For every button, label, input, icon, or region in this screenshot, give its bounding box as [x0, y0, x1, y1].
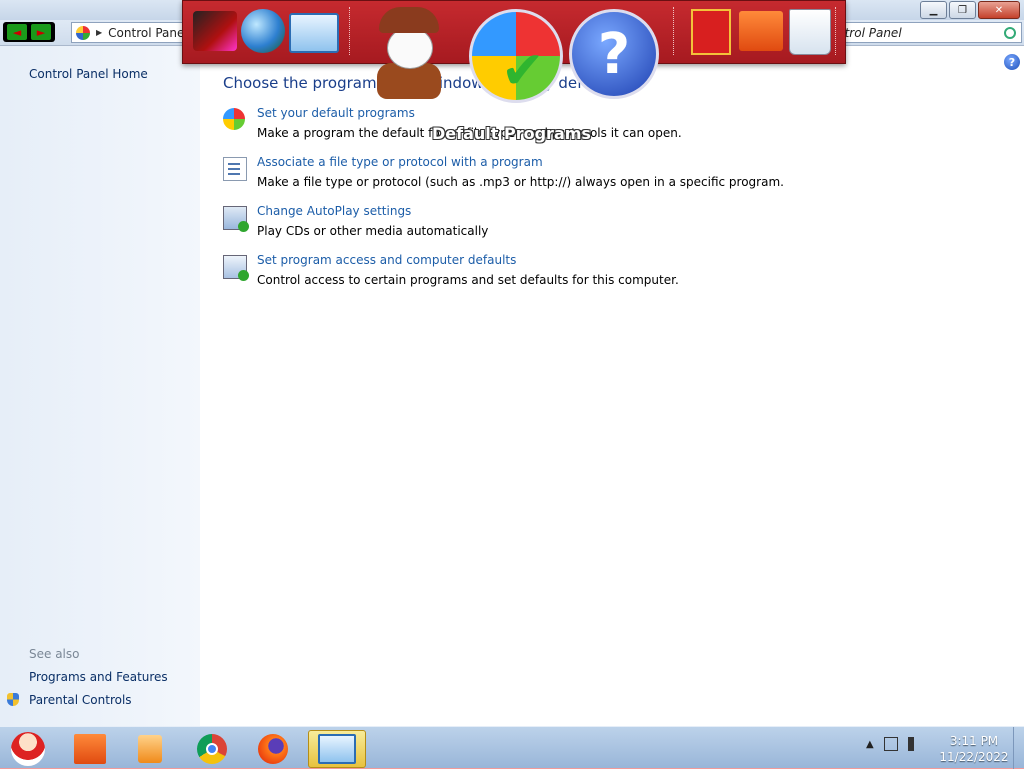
- dock-separator: [835, 7, 836, 55]
- control-panel-icon: [76, 25, 90, 40]
- sidebar: Control Panel Home See also Programs and…: [0, 46, 200, 726]
- snowman-head: [387, 27, 433, 69]
- dock: ✔ ?: [182, 0, 846, 103]
- clock-date: 11/22/2022: [939, 750, 1009, 764]
- taskbar-firefox[interactable]: [247, 730, 299, 768]
- firefox-icon: [258, 734, 288, 764]
- dock-separator: [673, 7, 674, 55]
- system-tray: ▲: [866, 737, 922, 751]
- forward-button[interactable]: ►: [31, 24, 51, 40]
- taskbar: ▲ 3:11 PM 11/22/2022: [0, 726, 1024, 769]
- explorer-folder-icon: [74, 734, 106, 764]
- control-panel-icon[interactable]: [289, 13, 339, 53]
- chrome-icon: [197, 734, 227, 764]
- media-player-icon: [138, 735, 162, 763]
- main-content: ? Choose the programs that Windows uses …: [200, 46, 1024, 726]
- associate-file-type-description: Make a file type or protocol (such as .m…: [257, 175, 784, 189]
- show-desktop-button[interactable]: [1013, 727, 1024, 769]
- folder-icon[interactable]: [739, 11, 783, 51]
- program-access-description: Control access to certain programs and s…: [257, 273, 679, 287]
- shield-icon: [7, 693, 19, 706]
- nav-arrows: ◄ ►: [3, 22, 55, 42]
- show-hidden-icons-button[interactable]: ▲: [866, 739, 874, 750]
- taskbar-chrome[interactable]: [186, 730, 238, 768]
- taskbar-media-player[interactable]: [124, 730, 176, 768]
- network-icon[interactable]: [883, 737, 898, 751]
- program-access-icon[interactable]: [223, 255, 249, 281]
- clock-time: 3:11 PM: [949, 734, 999, 748]
- sidebar-item-parental-controls[interactable]: Parental Controls: [29, 693, 132, 707]
- pictures-icon[interactable]: [193, 11, 237, 51]
- santa-icon: [11, 732, 45, 766]
- program-access-link[interactable]: Set program access and computer defaults: [257, 253, 516, 267]
- system-clock[interactable]: 3:11 PM 11/22/2022: [932, 733, 1016, 765]
- change-autoplay-description: Play CDs or other media automatically: [257, 224, 489, 238]
- close-button[interactable]: ✕: [978, 1, 1020, 19]
- change-autoplay-link[interactable]: Change AutoPlay settings: [257, 204, 411, 218]
- snowman-hat: [379, 7, 439, 33]
- checkmark-icon: ✔: [501, 41, 545, 101]
- autoplay-icon[interactable]: [223, 206, 249, 232]
- breadcrumb-control-panel[interactable]: Control Panel: [108, 26, 188, 40]
- default-programs-icon[interactable]: [223, 108, 245, 130]
- sidebar-item-control-panel-home[interactable]: Control Panel Home: [29, 67, 148, 81]
- snowman-icon[interactable]: [373, 7, 445, 99]
- back-button[interactable]: ◄: [7, 24, 27, 40]
- volume-icon[interactable]: [907, 737, 922, 751]
- recycle-bin-icon[interactable]: [789, 9, 831, 55]
- set-default-programs-link[interactable]: Set your default programs: [257, 106, 415, 120]
- associate-file-type-link[interactable]: Associate a file type or protocol with a…: [257, 155, 543, 169]
- maximize-button[interactable]: ❐: [949, 1, 976, 19]
- taskbar-explorer[interactable]: [64, 730, 116, 768]
- help-icon[interactable]: ?: [569, 9, 659, 99]
- start-button[interactable]: [2, 730, 54, 768]
- window-controls: ▁ ❐ ✕: [920, 1, 1020, 19]
- search-placeholder: ntrol Panel: [837, 25, 902, 40]
- search-icon[interactable]: [1004, 26, 1016, 39]
- dock-hover-label: Default Programs: [432, 124, 591, 143]
- sidebar-item-programs-and-features[interactable]: Programs and Features: [29, 670, 168, 684]
- taskbar-control-panel[interactable]: [308, 730, 366, 768]
- help-icon[interactable]: ?: [1004, 54, 1020, 70]
- dock-separator: [349, 7, 350, 55]
- see-also-heading: See also: [29, 647, 80, 661]
- globe-icon[interactable]: [241, 9, 285, 53]
- gift-icon[interactable]: [691, 9, 731, 55]
- control-panel-icon: [318, 734, 356, 764]
- file-association-icon[interactable]: [223, 157, 247, 181]
- minimize-button[interactable]: ▁: [920, 1, 947, 19]
- search-input[interactable]: ntrol Panel: [832, 22, 1022, 43]
- breadcrumb-arrow-icon[interactable]: ▶: [96, 28, 102, 37]
